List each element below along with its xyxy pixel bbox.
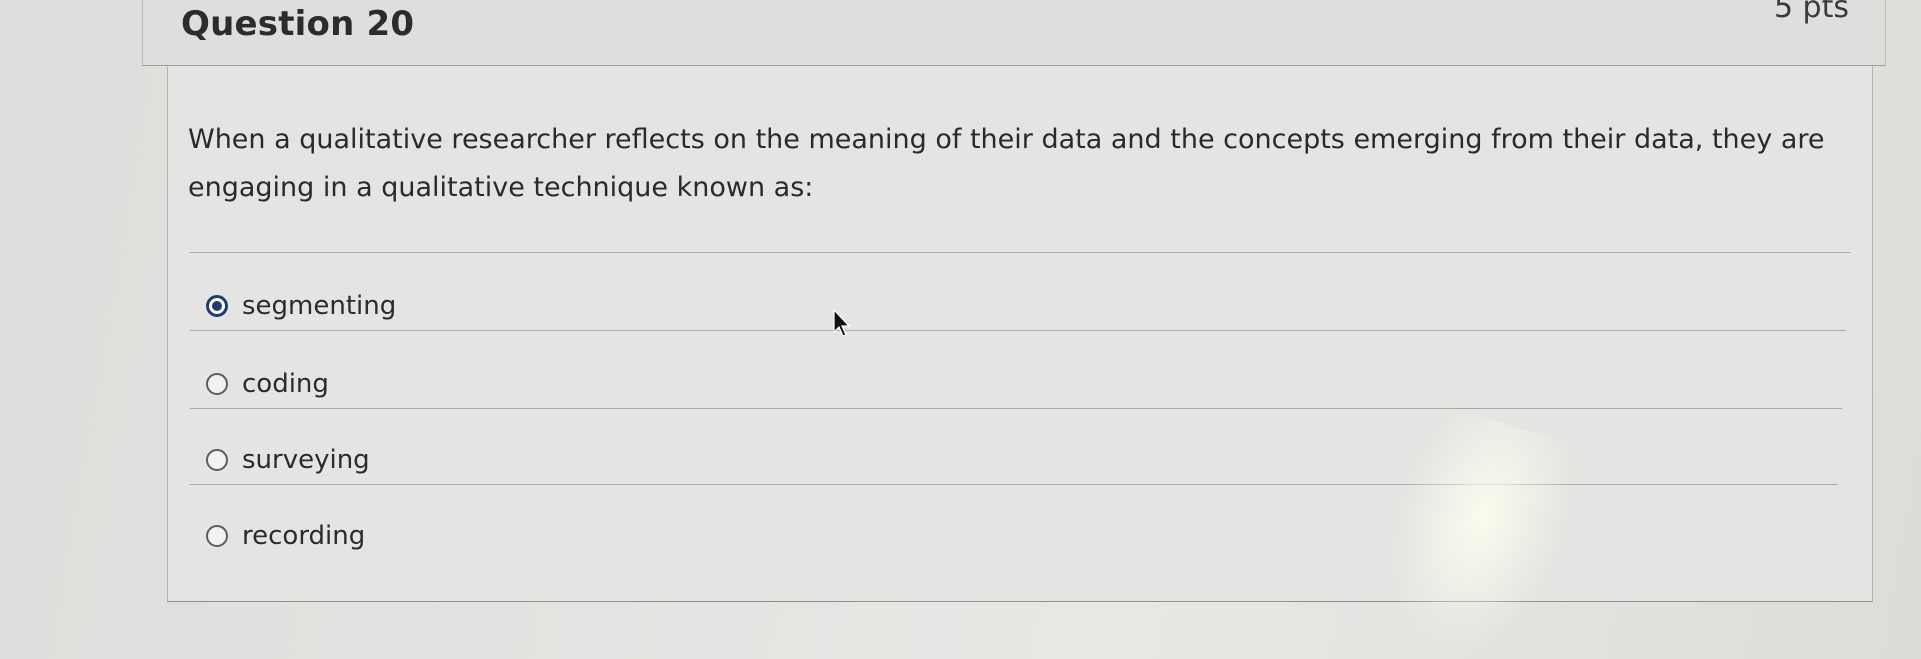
radio-button-selected[interactable]: [206, 295, 228, 317]
question-title: Question 20: [181, 4, 415, 44]
mouse-cursor-icon: [833, 308, 851, 337]
quiz-page: Question 20 5 pts When a qualitative res…: [0, 0, 1921, 659]
answer-label: surveying: [242, 445, 370, 475]
radio-button[interactable]: [206, 373, 228, 395]
divider: [190, 484, 1838, 485]
divider: [190, 252, 1850, 253]
divider: [190, 408, 1842, 409]
answer-option-coding[interactable]: coding: [206, 364, 329, 404]
question-text: When a qualitative researcher reflects o…: [188, 124, 1825, 203]
question-header: Question 20 5 pts: [142, 0, 1886, 66]
answer-label: segmenting: [242, 291, 397, 321]
answer-option-recording[interactable]: recording: [206, 516, 365, 556]
answer-label: recording: [242, 521, 366, 551]
question-body: When a qualitative researcher reflects o…: [167, 66, 1873, 602]
answer-label: coding: [242, 369, 329, 399]
radio-button[interactable]: [206, 449, 228, 471]
answer-option-segmenting[interactable]: segmenting: [206, 286, 396, 326]
answer-option-surveying[interactable]: surveying: [206, 440, 370, 480]
radio-button[interactable]: [206, 525, 228, 547]
divider: [190, 330, 1846, 331]
question-points: 5 pts: [1773, 0, 1849, 25]
